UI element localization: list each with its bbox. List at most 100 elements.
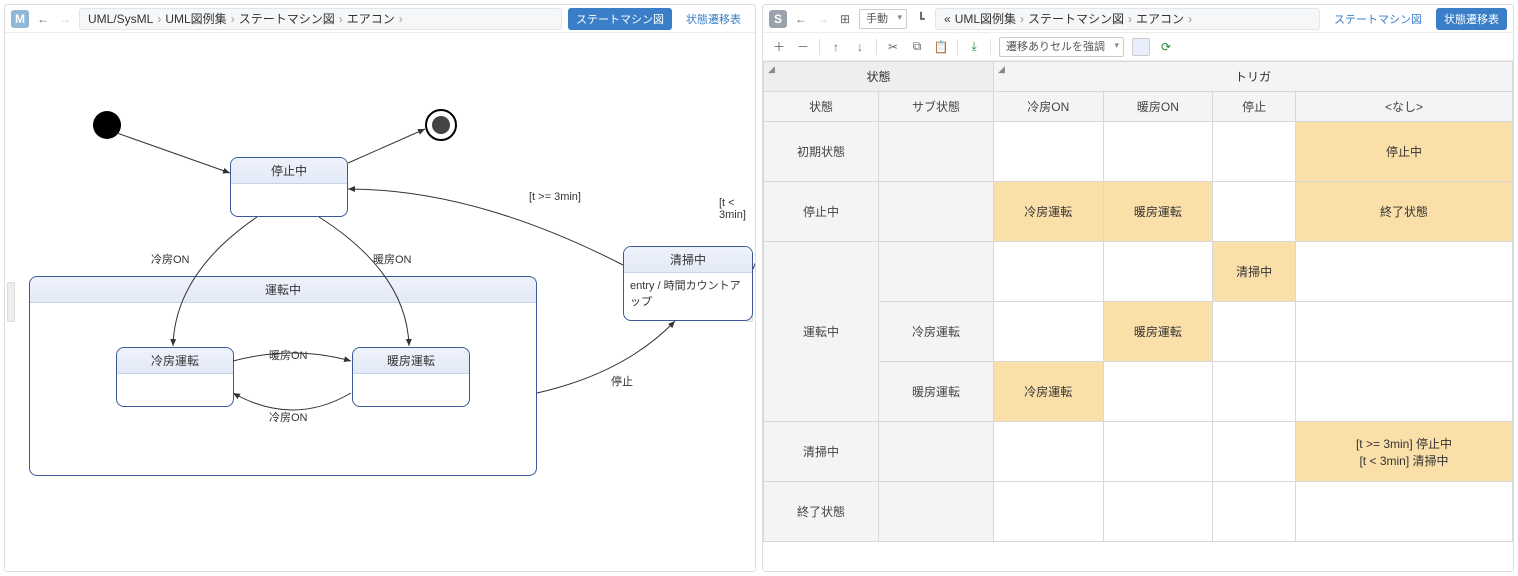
- pane-badge-m: M: [11, 10, 29, 28]
- table-row: 終了状態: [764, 482, 1513, 542]
- table-cell[interactable]: [994, 302, 1104, 362]
- initial-node[interactable]: [93, 111, 121, 139]
- add-icon[interactable]: ＋: [771, 39, 787, 55]
- down-icon[interactable]: ↓: [852, 39, 868, 55]
- tab-statemachine[interactable]: ステートマシン図: [568, 8, 672, 30]
- expand-state-icon[interactable]: ◢: [768, 64, 775, 75]
- scroll-left-handle[interactable]: [7, 282, 15, 322]
- col-2: 停止: [1213, 92, 1296, 122]
- highlight-select[interactable]: 遷移ありセルを強調: [999, 37, 1124, 57]
- edge-label-guard-ge: [t >= 3min]: [527, 191, 583, 203]
- state-stopped-title: 停止中: [231, 158, 347, 184]
- table-cell[interactable]: 冷房運転: [994, 362, 1104, 422]
- table-cell[interactable]: 清掃中: [1213, 242, 1296, 302]
- table-cell[interactable]: [1213, 362, 1296, 422]
- table-cell[interactable]: [1295, 302, 1512, 362]
- edge-label-heat-on: 暖房ON: [371, 251, 414, 267]
- breadcrumb[interactable]: UML/SysML› UML図例集› ステートマシン図› エアコン›: [79, 8, 562, 30]
- export-excel-icon[interactable]: ⤓: [966, 39, 982, 55]
- table-cell[interactable]: [994, 122, 1104, 182]
- table-cell[interactable]: 冷房運転: [994, 182, 1104, 242]
- table-view-icon[interactable]: [1132, 38, 1150, 56]
- transition-table[interactable]: ◢ 状態 ◢ トリガ 状態 サブ状態 冷房ON 暖房ON 停止 <なし> 初期状…: [763, 61, 1513, 542]
- forward-button[interactable]: →: [57, 11, 73, 27]
- state-stopped[interactable]: 停止中: [230, 157, 348, 217]
- expand-trigger-icon[interactable]: ◢: [998, 64, 1005, 75]
- table-toolbar2: ＋ － ↑ ↓ ✂ ⧉ 📋 ⤓ 遷移ありセルを強調 ⟳: [763, 33, 1513, 61]
- table-row: 停止中冷房運転暖房運転終了状態: [764, 182, 1513, 242]
- table-cell[interactable]: [1213, 122, 1296, 182]
- table-cell[interactable]: 暖房運転: [1103, 182, 1213, 242]
- row-state: 終了状態: [764, 482, 879, 542]
- table-cell[interactable]: [994, 422, 1104, 482]
- state-clean[interactable]: 清掃中 entry / 時間カウントアップ: [623, 246, 753, 321]
- edge-label-cool-on2: 冷房ON: [267, 409, 310, 425]
- crumb-r2[interactable]: エアコン: [1136, 10, 1184, 27]
- edge-label-stop: 停止: [609, 373, 635, 389]
- tab-statemachine-r[interactable]: ステートマシン図: [1326, 8, 1430, 30]
- table-cell[interactable]: [1103, 482, 1213, 542]
- header-trigger: トリガ: [1235, 70, 1271, 84]
- diagram-canvas[interactable]: 停止中 運転中 冷房運転 暖房運転 清掃中 entry / 時間カウントアップ …: [5, 33, 755, 571]
- table-cell[interactable]: 終了状態: [1295, 182, 1512, 242]
- table-cell[interactable]: [994, 242, 1104, 302]
- crumb-0[interactable]: UML/SysML: [88, 12, 153, 26]
- state-running-title: 運転中: [30, 277, 536, 303]
- state-clean-title: 清掃中: [624, 247, 752, 273]
- table-cell[interactable]: 暖房運転: [1103, 302, 1213, 362]
- breadcrumb-r[interactable]: « UML図例集› ステートマシン図› エアコン›: [935, 8, 1320, 30]
- table-cell[interactable]: [1213, 302, 1296, 362]
- tab-transitiontable-r[interactable]: 状態遷移表: [1436, 8, 1507, 30]
- tree-icon[interactable]: ┗: [913, 11, 929, 27]
- col-3: <なし>: [1295, 92, 1512, 122]
- state-cool-title: 冷房運転: [117, 348, 233, 374]
- refresh-icon[interactable]: ⟳: [1158, 39, 1174, 55]
- cut-icon[interactable]: ✂: [885, 39, 901, 55]
- table-cell[interactable]: 停止中: [1295, 122, 1512, 182]
- table-cell[interactable]: [1103, 242, 1213, 302]
- crumb-r1[interactable]: ステートマシン図: [1028, 10, 1124, 27]
- forward-button-r[interactable]: →: [815, 11, 831, 27]
- back-button-r[interactable]: ←: [793, 11, 809, 27]
- edge-label-cool-on: 冷房ON: [149, 251, 192, 267]
- row-state: 初期状態: [764, 122, 879, 182]
- state-cool[interactable]: 冷房運転: [116, 347, 234, 407]
- state-running[interactable]: 運転中 冷房運転 暖房運転: [29, 276, 537, 476]
- crumb-2[interactable]: ステートマシン図: [239, 10, 335, 27]
- crumb-1[interactable]: UML図例集: [165, 10, 226, 27]
- state-heat[interactable]: 暖房運転: [352, 347, 470, 407]
- table-cell[interactable]: [1103, 122, 1213, 182]
- pane-badge-s: S: [769, 10, 787, 28]
- table-cell[interactable]: [1103, 362, 1213, 422]
- final-node[interactable]: [425, 109, 457, 141]
- table-cell[interactable]: [994, 482, 1104, 542]
- table-cell[interactable]: [1295, 242, 1512, 302]
- header-state: 状態: [866, 70, 890, 84]
- back-button[interactable]: ←: [35, 11, 51, 27]
- row-substate: [879, 422, 994, 482]
- layout-select[interactable]: 手動: [859, 9, 907, 29]
- paste-icon[interactable]: 📋: [933, 39, 949, 55]
- remove-icon[interactable]: －: [795, 39, 811, 55]
- table-cell[interactable]: [1213, 482, 1296, 542]
- row-substate: 暖房運転: [879, 362, 994, 422]
- table-cell[interactable]: [1213, 422, 1296, 482]
- table-row: 初期状態 停止中: [764, 122, 1513, 182]
- copy-icon[interactable]: ⧉: [909, 39, 925, 55]
- table-row: 清掃中[t >= 3min] 停止中[t < 3min] 清掃中: [764, 422, 1513, 482]
- table-cell[interactable]: [1213, 182, 1296, 242]
- crumb-3[interactable]: エアコン: [347, 10, 395, 27]
- table-cell[interactable]: [1295, 482, 1512, 542]
- table-row: 運転中清掃中: [764, 242, 1513, 302]
- row-state: 運転中: [764, 242, 879, 422]
- layout-icon[interactable]: ⊞: [837, 11, 853, 27]
- row-substate: [879, 482, 994, 542]
- table-cell[interactable]: [t >= 3min] 停止中[t < 3min] 清掃中: [1295, 422, 1512, 482]
- tab-transitiontable[interactable]: 状態遷移表: [678, 8, 749, 30]
- crumb-r0[interactable]: UML図例集: [955, 10, 1016, 27]
- row-substate: [879, 122, 994, 182]
- table-cell[interactable]: [1103, 422, 1213, 482]
- up-icon[interactable]: ↑: [828, 39, 844, 55]
- table-cell[interactable]: [1295, 362, 1512, 422]
- table-toolbar: S ← → ⊞ 手動 ┗ « UML図例集› ステートマシン図› エアコン› ス…: [763, 5, 1513, 33]
